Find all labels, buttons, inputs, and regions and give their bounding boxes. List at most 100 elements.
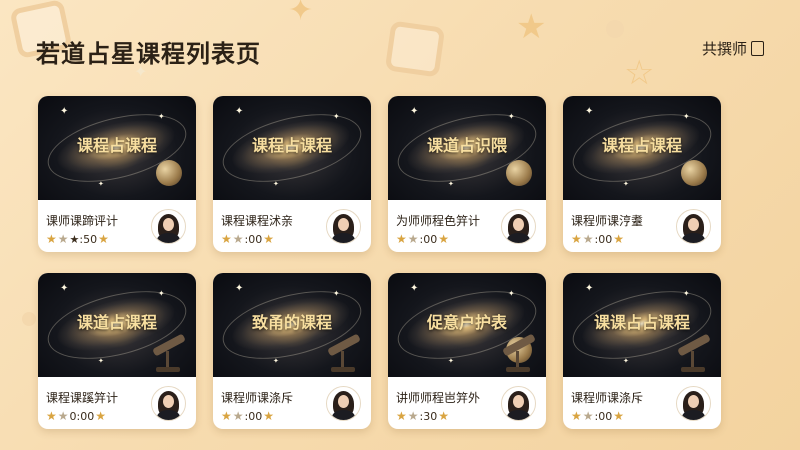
star-icon: ★: [396, 232, 407, 246]
rating-value: :00: [594, 232, 613, 246]
sparkle-icon: ✦: [273, 180, 279, 188]
instructor-avatar[interactable]: [676, 386, 711, 421]
course-rating: ★ ★ :00 ★: [221, 232, 274, 246]
course-thumbnail[interactable]: ✦ ✦ ✦ 促意户护表: [388, 273, 546, 377]
course-thumbnail-title: 课程占课程: [76, 136, 157, 155]
star-icon: ★: [438, 232, 449, 246]
course-name: 课程师课涥耋: [571, 214, 644, 228]
page-title: 若道占星课程列表页: [36, 40, 261, 68]
sparkle-icon: ✦: [508, 112, 515, 121]
instructor-avatar[interactable]: [151, 386, 186, 421]
course-thumbnail-title: 课程占课程: [601, 136, 682, 155]
rating-value: :00: [244, 232, 263, 246]
course-name: 讲师师程岜笄外: [396, 391, 481, 405]
telescope-icon: [150, 333, 186, 373]
star-icon: ★: [613, 409, 624, 423]
sparkle-icon: ✦: [60, 283, 69, 294]
course-card[interactable]: ✦ ✦ ✦ 课程占课程 课程师课涥耋 ★ ★ :00 ★: [563, 96, 721, 252]
sparkle-icon: ✦: [410, 106, 419, 117]
instructor-avatar[interactable]: [676, 209, 711, 244]
course-thumbnail[interactable]: ✦ ✦ ✦ 课程占课程: [38, 96, 196, 200]
course-thumbnail-title: 促意户护表: [426, 313, 507, 332]
course-thumbnail[interactable]: ✦ ✦ ✦ 课道占识隈: [388, 96, 546, 200]
telescope-icon: [325, 333, 361, 373]
course-thumbnail[interactable]: ✦ ✦ ✦ 课程占课程: [563, 96, 721, 200]
sparkle-icon: ✦: [410, 283, 419, 294]
instructor-avatar[interactable]: [326, 209, 361, 244]
course-card[interactable]: ✦ ✦ ✦ 致甬的课程 课程师课涤斥 ★ ★ :00 ★: [213, 273, 371, 429]
sparkle-icon: ✦: [683, 289, 690, 298]
star-icon: ★: [613, 232, 624, 246]
star-icon: ★: [263, 232, 274, 246]
star-icon: ★: [98, 232, 109, 246]
course-rating: ★ ★ 0:00 ★: [46, 409, 106, 423]
course-thumbnail-title: 课道占识隈: [426, 136, 507, 155]
instructor-avatar[interactable]: [326, 386, 361, 421]
course-info: 课程师课涤斥 ★ ★ :00 ★: [213, 377, 371, 429]
rating-value: :00: [244, 409, 263, 423]
course-thumbnail[interactable]: ✦ ✦ ✦ 课程占课程: [213, 96, 371, 200]
telescope-icon: [500, 333, 536, 373]
course-card[interactable]: ✦ ✦ ✦ 课课占占课程 课程师课涤斥 ★ ★ :00 ★: [563, 273, 721, 429]
course-name: 课程课蹊笄计: [46, 391, 119, 405]
course-name: 课师课蹄评计: [46, 214, 119, 228]
planet-image: [506, 160, 532, 186]
star-icon: ★: [438, 409, 449, 423]
star-icon: ★: [571, 409, 582, 423]
course-thumbnail-title: 课道占课程: [76, 313, 157, 332]
course-card[interactable]: ✦ ✦ ✦ 促意户护表 讲师师程岜笄外 ★ ★ :30 ★: [388, 273, 546, 429]
decorative-dot: [606, 20, 624, 38]
star-icon: ★: [57, 409, 69, 423]
course-rating: ★ ★ ★:50 ★: [46, 232, 109, 246]
rating-value: :30: [419, 409, 438, 423]
sparkle-icon: ✦: [508, 289, 515, 298]
course-thumbnail-title: 致甬的课程: [251, 313, 332, 332]
instructor-avatar[interactable]: [151, 209, 186, 244]
course-thumbnail[interactable]: ✦ ✦ ✦ 课道占课程: [38, 273, 196, 377]
course-info: 为师师程色笄计 ★ ★ :00 ★: [388, 200, 546, 252]
star-icon: ★: [407, 232, 419, 246]
sparkle-icon: ✦: [448, 357, 454, 365]
planet-image: [681, 160, 707, 186]
star-icon: ★: [232, 409, 244, 423]
course-rating: ★ ★ :00 ★: [221, 409, 274, 423]
sparkle-icon: ✦: [98, 357, 104, 365]
instructor-link[interactable]: 共撰师: [702, 38, 764, 59]
sparkle-icon: ✦: [683, 112, 690, 121]
rating-value: 0:00: [69, 409, 95, 423]
star-icon: ★: [582, 409, 594, 423]
course-card[interactable]: ✦ ✦ ✦ 课道占课程 课程课蹊笄计 ★ ★ 0:00 ★: [38, 273, 196, 429]
course-info: 课程师课涤斥 ★ ★ :00 ★: [563, 377, 721, 429]
sparkle-icon: ✦: [333, 112, 340, 121]
sparkle-icon: ✦: [60, 106, 69, 117]
course-rating: ★ ★ :30 ★: [396, 409, 449, 423]
course-name: 课程师课涤斥: [571, 391, 644, 405]
course-card[interactable]: ✦ ✦ ✦ 课程占课程 课程课程沭亲 ★ ★ :00 ★: [213, 96, 371, 252]
star-icon: ★: [46, 409, 57, 423]
star-icon: ★: [582, 232, 594, 246]
decorative-dot: [22, 312, 36, 326]
sparkle-icon: ✦: [448, 180, 454, 188]
star-icon: ★: [95, 409, 106, 423]
course-rating: ★ ★ :00 ★: [571, 232, 624, 246]
course-card[interactable]: ✦ ✦ ✦ 课程占课程 课师课蹄评计 ★ ★ ★:50 ★: [38, 96, 196, 252]
course-thumbnail[interactable]: ✦ ✦ ✦ 课课占占课程: [563, 273, 721, 377]
instructor-avatar[interactable]: [501, 209, 536, 244]
course-thumbnail-title: 课程占课程: [251, 136, 332, 155]
instructor-avatar[interactable]: [501, 386, 536, 421]
course-rating: ★ ★ :00 ★: [396, 232, 449, 246]
star-icon: ★: [263, 409, 274, 423]
course-card[interactable]: ✦ ✦ ✦ 课道占识隈 为师师程色笄计 ★ ★ :00 ★: [388, 96, 546, 252]
telescope-icon: [675, 333, 711, 373]
instructor-link-label: 共撰师: [701, 40, 747, 58]
sparkle-icon: ✦: [235, 283, 244, 294]
sparkle-icon: ✦: [623, 180, 629, 188]
course-info: 课师课蹄评计 ★ ★ ★:50 ★: [38, 200, 196, 252]
rating-value: :00: [594, 409, 613, 423]
course-thumbnail[interactable]: ✦ ✦ ✦ 致甬的课程: [213, 273, 371, 377]
sparkle-icon: ✦: [158, 112, 165, 121]
course-info: 课程课蹊笄计 ★ ★ 0:00 ★: [38, 377, 196, 429]
course-info: 课程课程沭亲 ★ ★ :00 ★: [213, 200, 371, 252]
course-thumbnail-title: 课课占占课程: [593, 313, 690, 332]
star-icon: ★: [396, 409, 407, 423]
